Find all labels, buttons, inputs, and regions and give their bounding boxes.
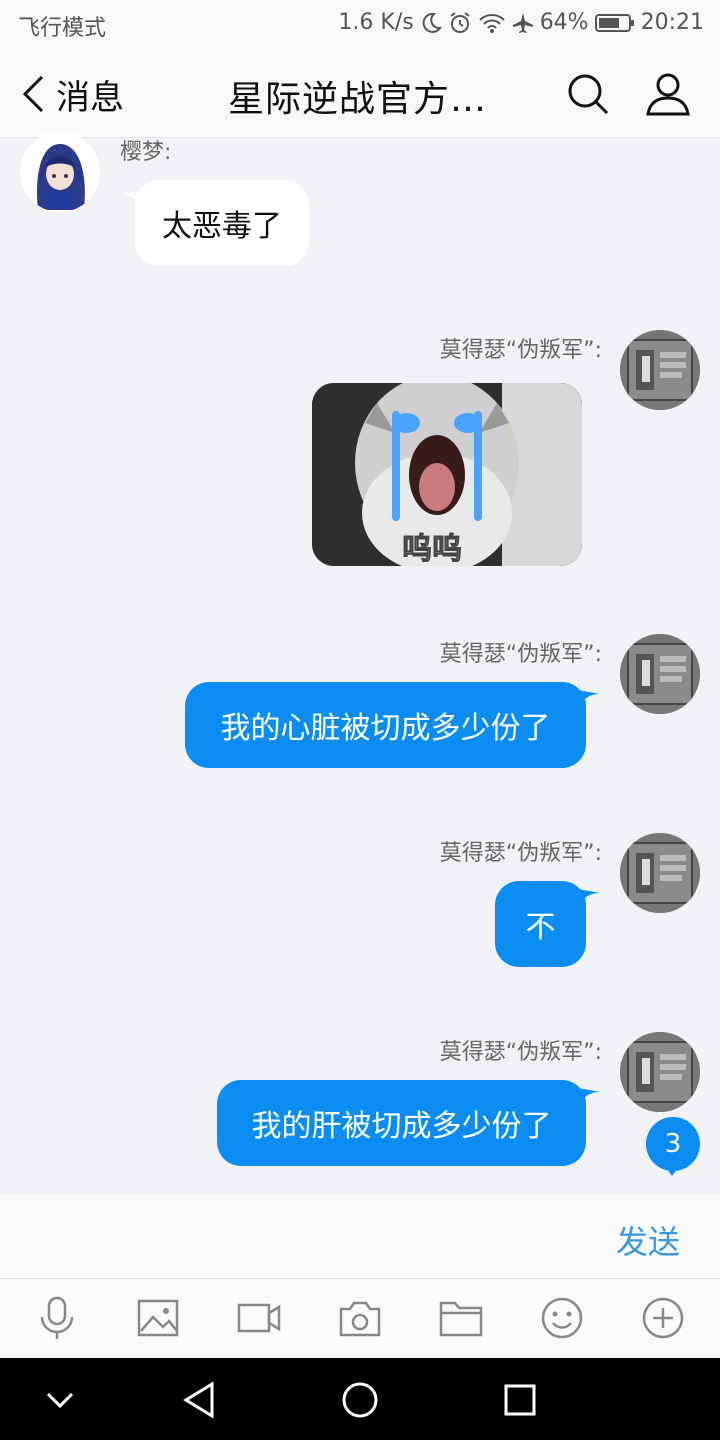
system-nav-bar — [0, 1358, 720, 1440]
back-label: 消息 — [56, 77, 124, 118]
avatar-modese[interactable] — [620, 330, 700, 410]
collapse-icon[interactable] — [38, 1378, 82, 1422]
battery-icon — [594, 13, 634, 32]
folder-icon[interactable] — [438, 1295, 484, 1341]
emoji-icon[interactable] — [539, 1295, 585, 1341]
video-icon[interactable] — [236, 1295, 282, 1341]
search-icon[interactable] — [566, 72, 610, 116]
moon-icon — [422, 12, 442, 33]
avatar-modese[interactable] — [620, 634, 700, 714]
sender-name: 莫得瑟“伪叛军”: — [439, 841, 602, 866]
sender-name: 莫得瑟“伪叛军”: — [439, 338, 602, 363]
pixel-avatar-image — [620, 330, 700, 410]
avatar-modese[interactable] — [620, 833, 700, 913]
home-icon[interactable] — [338, 1378, 382, 1422]
alarm-icon — [450, 11, 470, 33]
airplane-mode-label: 飞行模式 — [18, 16, 107, 41]
status-bar: 飞行模式 1.6 K/s 64% 20:21 — [0, 0, 720, 50]
profile-icon[interactable] — [644, 70, 692, 118]
sticker-caption: 呜呜 — [402, 532, 462, 566]
pixel-avatar-image — [620, 634, 700, 714]
bubble-tail — [578, 889, 600, 907]
avatar-yingmeng[interactable] — [20, 132, 100, 212]
avatar-modese[interactable] — [620, 1032, 700, 1112]
crying-cat-sticker[interactable]: 呜呜 — [312, 383, 582, 566]
back-icon[interactable] — [178, 1378, 222, 1422]
wifi-icon — [478, 13, 505, 33]
battery-percent: 64% — [539, 10, 589, 35]
pixel-avatar-image — [620, 833, 700, 913]
input-toolbar — [0, 1278, 720, 1358]
bubble-tail — [578, 690, 600, 708]
message-input-bar: 发送 — [0, 1195, 720, 1278]
message-bubble[interactable]: 太恶毒了 — [135, 180, 309, 266]
sender-name: 樱梦: — [120, 140, 172, 165]
image-icon[interactable] — [135, 1295, 181, 1341]
airplane-icon — [512, 12, 533, 33]
anime-avatar-image — [36, 144, 85, 210]
title-bar: 消息 星际逆战官方… — [0, 50, 720, 138]
back-button[interactable]: 消息 — [20, 72, 124, 118]
badge-pointer — [662, 1162, 682, 1176]
message-bubble[interactable]: 我的心脏被切成多少份了 — [185, 682, 586, 768]
message-bubble[interactable]: 我的肝被切成多少份了 — [217, 1080, 586, 1166]
camera-icon[interactable] — [337, 1295, 383, 1341]
bubble-tail — [578, 1088, 600, 1106]
network-speed: 1.6 K/s — [338, 10, 414, 35]
sender-name: 莫得瑟“伪叛军”: — [439, 642, 602, 667]
message-bubble[interactable]: 不 — [495, 881, 586, 967]
chevron-left-icon — [22, 75, 44, 113]
send-button[interactable]: 发送 — [616, 1217, 680, 1263]
pixel-avatar-image — [620, 1032, 700, 1112]
clock: 20:21 — [640, 10, 704, 35]
plus-icon[interactable] — [640, 1295, 686, 1341]
sender-name: 莫得瑟“伪叛军”: — [439, 1040, 602, 1065]
microphone-icon[interactable] — [34, 1295, 80, 1341]
page-title: 星际逆战官方… — [228, 79, 488, 120]
recents-icon[interactable] — [498, 1378, 542, 1422]
cat-image: 呜呜 — [312, 383, 582, 566]
message-input[interactable] — [20, 1205, 580, 1267]
